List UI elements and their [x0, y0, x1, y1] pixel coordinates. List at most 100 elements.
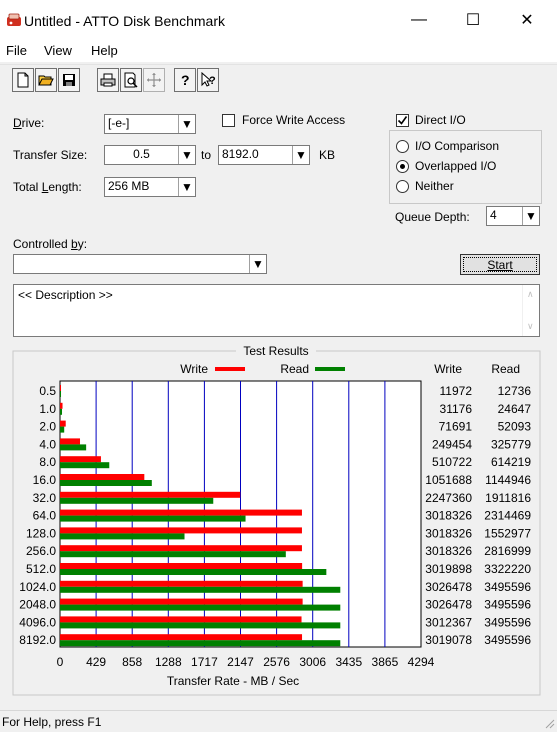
legend-read-label: Read [280, 362, 309, 376]
total-length-select[interactable]: 256 MB ▼ [104, 177, 196, 197]
print-icon [100, 73, 116, 87]
print-preview-icon [124, 72, 138, 88]
y-tick-label: 8.0 [39, 455, 56, 469]
chevron-down-icon[interactable]: ▼ [292, 146, 309, 164]
open-icon [38, 75, 54, 86]
write-bar [60, 545, 302, 552]
read-bar [60, 515, 246, 522]
chevron-down-icon[interactable]: ▼ [178, 146, 195, 164]
print-preview-button[interactable] [120, 68, 142, 92]
read-value: 614219 [491, 455, 531, 469]
menu-view[interactable]: View [44, 43, 72, 58]
read-bar [60, 551, 286, 558]
description-textbox[interactable]: << Description >> ∧ ∨ [13, 284, 540, 337]
x-tick-label: 1717 [191, 655, 218, 669]
write-value: 3018326 [425, 526, 472, 540]
total-length-label: Total Length: [13, 180, 82, 194]
write-value: 3019078 [425, 633, 472, 647]
read-value: 24647 [498, 402, 532, 416]
close-button[interactable]: ✕ [504, 0, 550, 40]
x-tick-label: 1288 [155, 655, 182, 669]
read-value: 12736 [498, 384, 532, 398]
col-write-header: Write [434, 362, 462, 376]
y-tick-label: 1.0 [39, 402, 56, 416]
force-write-checkbox[interactable] [222, 114, 235, 127]
queue-depth-select[interactable]: 4 ▼ [486, 206, 540, 226]
context-help-button[interactable]: ? [197, 68, 219, 92]
read-bar [60, 640, 341, 647]
y-tick-label: 16.0 [33, 473, 57, 487]
io-comparison-radio[interactable] [396, 140, 409, 153]
start-button[interactable]: Start [460, 254, 540, 275]
open-button[interactable] [35, 68, 57, 92]
controlled-by-select[interactable]: ▼ [13, 254, 267, 274]
transfer-size-label: Transfer Size: [13, 148, 88, 162]
y-tick-label: 128.0 [26, 526, 56, 540]
move-button[interactable] [143, 68, 165, 92]
chevron-down-icon[interactable]: ▼ [522, 207, 539, 225]
drive-label: Drive: [13, 116, 45, 130]
new-button[interactable] [12, 68, 34, 92]
write-bar [60, 491, 241, 498]
x-tick-label: 2147 [227, 655, 254, 669]
move-icon [147, 73, 161, 87]
controlled-by-label: Controlled by: [13, 237, 88, 251]
toolbar [0, 64, 557, 100]
drive-select[interactable]: [-e-] ▼ [104, 114, 196, 134]
description-scrollbar[interactable]: ∧ ∨ [522, 285, 539, 336]
svg-text:?: ? [209, 75, 216, 87]
io-comparison-label: I/O Comparison [415, 139, 500, 153]
x-tick-label: 2576 [263, 655, 290, 669]
y-tick-label: 8192.0 [19, 633, 56, 647]
direct-io-checkbox[interactable] [396, 114, 409, 127]
results-group-title: Test Results [243, 344, 308, 358]
y-tick-label: 1024.0 [19, 580, 56, 594]
chevron-down-icon[interactable]: ▼ [249, 255, 266, 273]
help-button[interactable]: ? [174, 68, 196, 92]
close-icon: ✕ [520, 12, 534, 29]
transfer-from-select[interactable]: 0.5 ▼ [104, 145, 196, 165]
read-value: 1911816 [485, 491, 531, 505]
drive-value: [-e-] [108, 116, 130, 130]
test-results-chart: Test Results Write Read Write Read 0 429 8… [12, 343, 541, 696]
overlapped-io-radio[interactable] [396, 160, 409, 173]
menu-file[interactable]: File [6, 43, 27, 58]
transfer-to-select[interactable]: 8192.0 ▼ [218, 145, 310, 165]
read-bar [60, 533, 185, 540]
print-button[interactable] [97, 68, 119, 92]
resize-grip-icon[interactable] [543, 717, 555, 729]
read-bar [60, 497, 214, 504]
x-tick-label: 3435 [335, 655, 362, 669]
chevron-down-icon[interactable]: ▼ [178, 115, 195, 133]
scroll-up-icon[interactable]: ∧ [527, 289, 534, 300]
write-bar [60, 420, 66, 427]
window-title: Untitled - ATTO Disk Benchmark [24, 13, 225, 29]
write-bar [60, 474, 145, 480]
x-tick-label: 3865 [372, 655, 399, 669]
neither-label: Neither [415, 179, 454, 193]
scroll-down-icon[interactable]: ∨ [527, 321, 534, 332]
write-value: 3026478 [425, 598, 472, 612]
overlapped-io-label: Overlapped I/O [415, 159, 497, 173]
read-value: 3495596 [484, 633, 531, 647]
write-value: 3012367 [425, 615, 472, 629]
x-axis-label: Transfer Rate - MB / Sec [167, 674, 299, 688]
maximize-button[interactable]: ☐ [450, 0, 496, 40]
transfer-from-value: 0.5 [133, 147, 150, 161]
minimize-button[interactable]: — [396, 0, 442, 40]
checkmark-icon [397, 116, 408, 125]
read-bar [60, 462, 110, 469]
help-icon: ? [181, 72, 190, 88]
chevron-down-icon[interactable]: ▼ [178, 178, 195, 196]
legend-read-swatch [315, 367, 345, 371]
x-tick-label: 858 [122, 655, 142, 669]
y-tick-label: 4.0 [39, 437, 56, 451]
save-button[interactable] [58, 68, 80, 92]
write-bar [60, 509, 302, 516]
read-bar [60, 391, 62, 397]
status-bar: For Help, press F1 [0, 710, 557, 732]
neither-radio[interactable] [396, 180, 409, 193]
write-value: 3018326 [425, 544, 472, 558]
menu-help[interactable]: Help [91, 43, 118, 58]
minimize-icon: — [411, 11, 427, 28]
